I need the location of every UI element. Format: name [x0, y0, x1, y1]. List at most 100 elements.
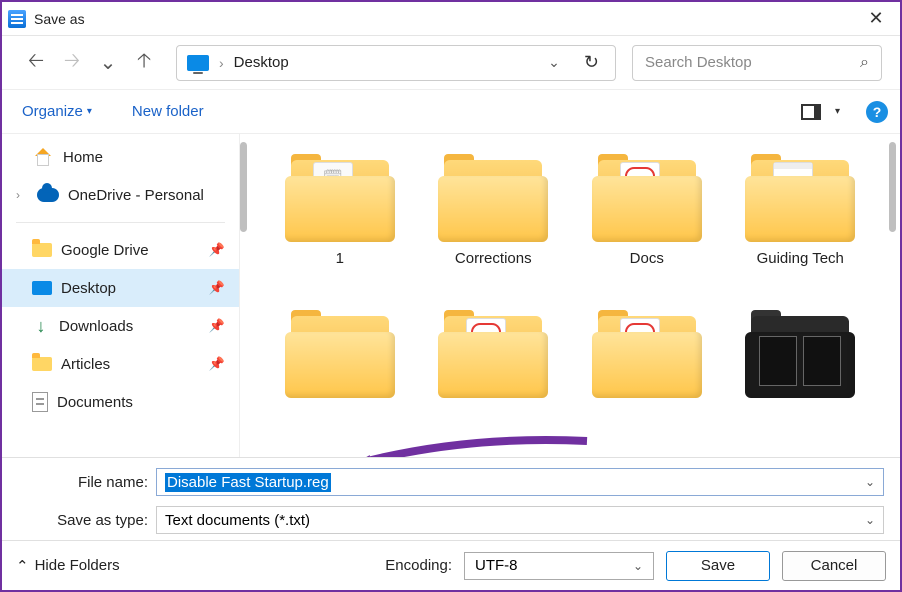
content-scrollbar[interactable]: [889, 142, 896, 232]
folder-icon: [438, 310, 548, 398]
sidebar-scrollbar[interactable]: [240, 142, 247, 232]
search-box[interactable]: ⌕: [632, 45, 882, 81]
folder-icon: 🗓: [285, 154, 395, 242]
sidebar-item-label: Home: [63, 149, 103, 166]
chevron-down-icon[interactable]: ⌄: [865, 475, 875, 489]
filename-label: File name:: [18, 474, 148, 491]
sidebar-item-documents[interactable]: Documents: [2, 383, 239, 421]
document-icon: [32, 392, 48, 412]
save-button[interactable]: Save: [666, 551, 770, 581]
folder-item[interactable]: [727, 310, 875, 457]
filename-input[interactable]: Disable Fast Startup.reg ⌄: [156, 468, 884, 496]
sidebar-item-label: Google Drive: [61, 242, 149, 259]
sidebar-item-onedrive[interactable]: › OneDrive - Personal: [2, 176, 239, 214]
file-label: 1: [336, 250, 344, 267]
folder-icon: [32, 243, 52, 257]
search-icon[interactable]: ⌕: [860, 54, 869, 72]
folder-icon: [32, 357, 52, 371]
folder-item[interactable]: Docs: [573, 154, 721, 304]
sidebar-item-downloads[interactable]: ↓ Downloads 📌: [2, 307, 239, 345]
forward-button[interactable]: 🡢: [56, 47, 88, 79]
folder-item[interactable]: 🗓 1: [266, 154, 414, 304]
sidebar-item-label: Downloads: [59, 318, 133, 335]
file-label: Corrections: [455, 250, 532, 267]
divider: [16, 222, 225, 223]
address-bar[interactable]: › Desktop ⌄ ↻: [176, 45, 616, 81]
chevron-down-icon[interactable]: ⌄: [633, 559, 643, 573]
sidebar-item-label: Articles: [61, 356, 110, 373]
view-options[interactable]: ▾: [793, 98, 858, 126]
sidebar-item-label: Documents: [57, 394, 133, 411]
recent-dropdown[interactable]: ⌄: [92, 47, 124, 79]
cloud-icon: [37, 188, 59, 202]
file-grid: 🗓 1 Corrections Docs Guiding Tech: [240, 134, 900, 457]
filename-value: Disable Fast Startup.reg: [165, 473, 331, 492]
help-button[interactable]: ?: [866, 101, 888, 123]
desktop-icon: [32, 281, 52, 295]
sidebar: Home › OneDrive - Personal Google Drive …: [2, 134, 240, 457]
form-area: File name: Disable Fast Startup.reg ⌄ Sa…: [2, 457, 900, 540]
toolbar: Organize ▾ New folder ▾ ?: [2, 90, 900, 134]
address-dropdown[interactable]: ⌄: [540, 54, 568, 71]
encoding-label: Encoding:: [385, 557, 452, 574]
footer: ⌃ Hide Folders Encoding: UTF-8 ⌄ Save Ca…: [2, 540, 900, 590]
hide-folders-button[interactable]: ⌃ Hide Folders: [16, 557, 120, 575]
back-button[interactable]: 🡠: [20, 47, 52, 79]
folder-icon: [745, 310, 855, 398]
desktop-icon: [187, 55, 209, 71]
home-icon: [32, 148, 54, 166]
file-label: Docs: [630, 250, 664, 267]
folder-item[interactable]: Guiding Tech: [727, 154, 875, 304]
new-folder-label: New folder: [132, 103, 204, 120]
folder-icon: [592, 154, 702, 242]
chevron-up-icon: ⌃: [16, 557, 29, 575]
chevron-down-icon: ▾: [87, 106, 92, 117]
breadcrumb-location[interactable]: Desktop: [234, 54, 289, 71]
search-input[interactable]: [645, 54, 860, 71]
chevron-down-icon: ▾: [825, 106, 850, 117]
folder-item[interactable]: [266, 310, 414, 457]
filetype-select[interactable]: Text documents (*.txt) ⌄: [156, 506, 884, 534]
pin-icon[interactable]: 📌: [209, 356, 225, 372]
titlebar: Save as ✕: [2, 2, 900, 36]
chevron-down-icon[interactable]: ⌄: [865, 513, 875, 527]
sidebar-item-label: OneDrive - Personal: [68, 187, 204, 204]
content-area: Home › OneDrive - Personal Google Drive …: [2, 134, 900, 457]
nav-bar: 🡠 🡢 ⌄ 🡡 › Desktop ⌄ ↻ ⌕: [2, 36, 900, 90]
organize-label: Organize: [22, 103, 83, 120]
chevron-right-icon: ›: [219, 55, 224, 71]
encoding-value: UTF-8: [475, 557, 518, 574]
sidebar-item-home[interactable]: Home: [2, 138, 239, 176]
chevron-right-icon[interactable]: ›: [16, 188, 28, 202]
folder-icon: [285, 310, 395, 398]
up-button[interactable]: 🡡: [128, 47, 160, 79]
folder-item[interactable]: [573, 310, 721, 457]
file-label: Guiding Tech: [757, 250, 844, 267]
folder-item[interactable]: Corrections: [420, 154, 568, 304]
sidebar-item-desktop[interactable]: Desktop 📌: [2, 269, 239, 307]
folder-icon: [745, 154, 855, 242]
filetype-label: Save as type:: [18, 512, 148, 529]
save-as-dialog: Save as ✕ 🡠 🡢 ⌄ 🡡 › Desktop ⌄ ↻ ⌕ Organi…: [0, 0, 902, 592]
hide-folders-label: Hide Folders: [35, 557, 120, 574]
encoding-select[interactable]: UTF-8 ⌄: [464, 552, 654, 580]
sidebar-item-label: Desktop: [61, 280, 116, 297]
folder-icon: [592, 310, 702, 398]
sidebar-item-articles[interactable]: Articles 📌: [2, 345, 239, 383]
filename-row: File name: Disable Fast Startup.reg ⌄: [18, 468, 884, 496]
app-icon: [8, 10, 26, 28]
window-title: Save as: [34, 11, 85, 27]
download-icon: ↓: [32, 317, 50, 335]
refresh-button[interactable]: ↻: [578, 52, 605, 73]
view-icon: [801, 104, 821, 120]
folder-item[interactable]: [420, 310, 568, 457]
close-button[interactable]: ✕: [852, 2, 900, 35]
organize-menu[interactable]: Organize ▾: [14, 97, 100, 126]
new-folder-button[interactable]: New folder: [124, 97, 212, 126]
pin-icon[interactable]: 📌: [209, 242, 225, 258]
sidebar-item-google-drive[interactable]: Google Drive 📌: [2, 231, 239, 269]
filetype-row: Save as type: Text documents (*.txt) ⌄: [18, 506, 884, 534]
pin-icon[interactable]: 📌: [209, 318, 225, 334]
pin-icon[interactable]: 📌: [209, 280, 225, 296]
cancel-button[interactable]: Cancel: [782, 551, 886, 581]
